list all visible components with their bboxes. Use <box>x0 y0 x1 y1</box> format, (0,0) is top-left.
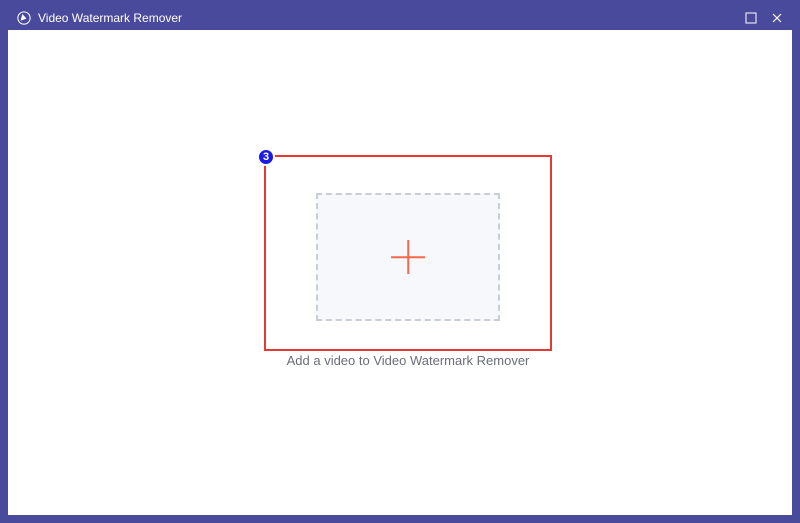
tutorial-highlight: 3 <box>264 155 552 351</box>
step-badge: 3 <box>257 148 275 166</box>
app-logo-icon <box>16 10 32 26</box>
titlebar: Video Watermark Remover <box>8 6 792 30</box>
window-controls <box>744 11 784 25</box>
plus-icon <box>391 240 425 274</box>
minimize-button[interactable] <box>744 11 758 25</box>
app-window: Video Watermark Remover 3 Add a video to… <box>0 0 800 523</box>
close-icon <box>771 12 783 24</box>
dropzone-caption: Add a video to Video Watermark Remover <box>264 353 552 368</box>
content-area: 3 Add a video to Video Watermark Remover <box>8 30 792 515</box>
video-dropzone[interactable] <box>316 193 500 321</box>
minimize-icon <box>745 12 757 24</box>
close-button[interactable] <box>770 11 784 25</box>
window-title: Video Watermark Remover <box>38 11 744 25</box>
